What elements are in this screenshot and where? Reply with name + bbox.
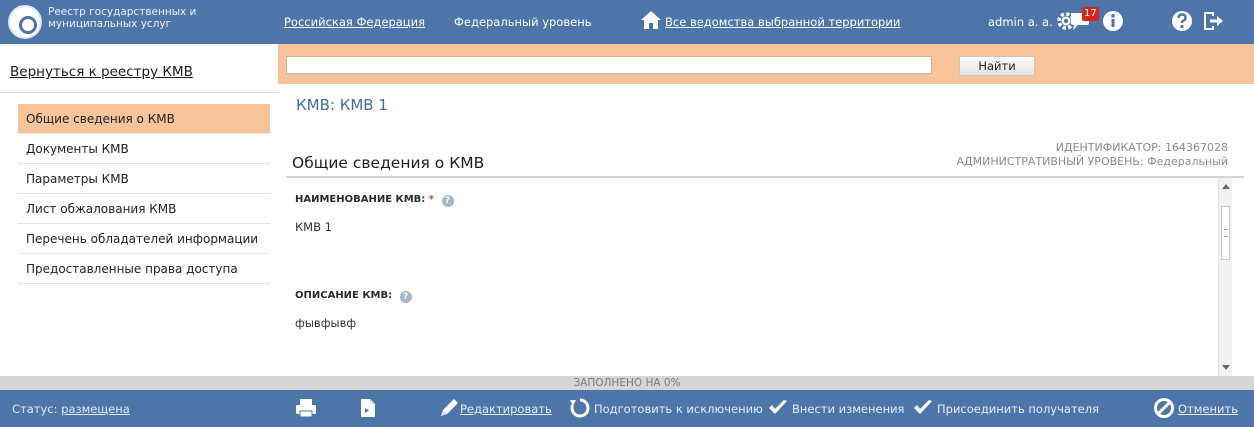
notification-badge: 17 [1082,7,1099,21]
search-button[interactable]: Найти [959,56,1035,76]
apply-changes-button[interactable]: Внести изменения [792,402,904,416]
scroll-thumb[interactable] [1221,206,1230,260]
cancel-button[interactable]: Отменить [1178,402,1238,416]
sidebar-item-info-holders[interactable]: Перечень обладателей информации [18,224,270,254]
field-label-description-text: ОПИСАНИЕ КМВ: [295,290,393,301]
identifier-label: ИДЕНТИФИКАТОР: 164367028 [1055,141,1228,154]
completion-progress: ЗАПОЛНЕНО НА 0% [0,376,1254,390]
scrollbar[interactable] [1218,178,1232,376]
cancel-icon[interactable] [1153,397,1175,419]
status-link[interactable]: размещена [61,402,130,416]
home-icon[interactable] [640,10,662,30]
sidebar: Вернуться к реестру КМВ Общие сведения о… [0,44,278,376]
top-bar: Реестр государственных и муниципальных у… [0,0,1254,44]
sidebar-item-access-rights[interactable]: Предоставленные права доступа [18,254,270,284]
exclude-icon[interactable] [569,397,591,419]
form-panel: НАИМЕНОВАНИЕ КМВ: * ? КМВ 1 ОПИСАНИЕ КМВ… [286,178,1232,376]
required-mark: * [428,194,435,205]
sidebar-nav: Общие сведения о КМВ Документы КМВ Парам… [18,104,270,284]
search-input[interactable] [286,56,932,74]
help-icon[interactable] [1170,9,1194,33]
divider [0,92,278,93]
sidebar-item-appeal-sheet[interactable]: Лист обжалования КМВ [18,194,270,224]
prepare-exclusion-button[interactable]: Подготовить к исключению [594,402,763,416]
check-icon[interactable] [912,397,934,419]
field-label-name: НАИМЕНОВАНИЕ КМВ: * ? [295,194,454,207]
info-icon[interactable] [1101,9,1125,33]
section-title: Общие сведения о КМВ [292,154,485,172]
record-meta: ИДЕНТИФИКАТОР: 164367028 АДМИНИСТРАТИВНЫ… [957,141,1228,169]
scroll-down-icon[interactable] [1222,365,1230,370]
search-bar: Найти [278,44,1254,84]
progress-label: ЗАПОЛНЕНО НА 0% [573,377,681,389]
logo-icon[interactable] [8,5,42,39]
main-content: КМВ: КМВ 1 ИДЕНТИФИКАТОР: 164367028 АДМИ… [278,84,1254,376]
field-value-name: КМВ 1 [295,220,332,234]
sidebar-item-general[interactable]: Общие сведения о КМВ [18,104,270,134]
edit-button[interactable]: Редактировать [460,402,552,416]
page-title: КМВ: КМВ 1 [296,96,388,114]
admin-level-label: АДМИНИСТРАТИВНЫЙ УРОВЕНЬ: Федеральный [956,155,1228,168]
sidebar-item-parameters[interactable]: Параметры КМВ [18,164,270,194]
export-icon[interactable] [357,397,379,419]
attach-recipient-button[interactable]: Присоединить получателя [937,402,1099,416]
back-to-registry-link[interactable]: Вернуться к реестру КМВ [10,64,193,80]
print-icon[interactable] [295,397,317,419]
field-label-name-text: НАИМЕНОВАНИЕ КМВ: [295,194,426,205]
level-label[interactable]: Федеральный уровень [454,15,592,29]
status-text: Статус: размещена [12,402,130,416]
scroll-up-icon[interactable] [1222,184,1230,189]
user-name[interactable]: admin a. a. [988,15,1053,29]
help-icon[interactable]: ? [441,195,454,207]
region-link[interactable]: Российская Федерация [284,15,425,29]
action-bar: Статус: размещена Редактировать Подготов… [0,390,1254,427]
logout-icon[interactable] [1201,9,1225,33]
check-icon[interactable] [767,397,789,419]
field-value-description: фывфывф [295,316,357,330]
help-icon[interactable]: ? [399,291,412,303]
status-prefix: Статус: [12,402,58,416]
edit-icon[interactable] [438,397,460,419]
field-label-description: ОПИСАНИЕ КМВ: ? [295,290,412,303]
sidebar-item-documents[interactable]: Документы КМВ [18,134,270,164]
brand-title[interactable]: Реестр государственных и муниципальных у… [48,6,218,30]
departments-link[interactable]: Все ведомства выбранной территории [665,15,900,29]
